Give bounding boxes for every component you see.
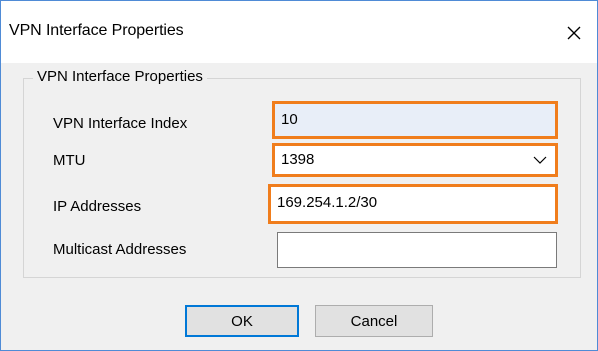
mtu-value: 1398 bbox=[281, 151, 315, 168]
groupbox-legend: VPN Interface Properties bbox=[33, 68, 207, 85]
vpn-interface-index-value: 10 bbox=[281, 111, 298, 128]
ip-addresses-field[interactable]: 169.254.1.2/30 bbox=[268, 184, 558, 224]
mtu-dropdown[interactable]: 1398 bbox=[272, 143, 558, 177]
close-button[interactable] bbox=[551, 13, 597, 53]
ip-addresses-label: IP Addresses bbox=[53, 198, 142, 215]
vpn-interface-properties-dialog: VPN Interface Properties VPN Interface P… bbox=[0, 0, 598, 351]
ok-button[interactable]: OK bbox=[185, 305, 299, 337]
cancel-button[interactable]: Cancel bbox=[315, 305, 433, 337]
title-bar: VPN Interface Properties bbox=[1, 1, 597, 63]
chevron-down-icon[interactable] bbox=[533, 156, 547, 164]
ip-addresses-value: 169.254.1.2/30 bbox=[277, 194, 378, 211]
ok-button-label: OK bbox=[231, 312, 253, 330]
cancel-button-label: Cancel bbox=[350, 312, 398, 330]
multicast-addresses-label: Multicast Addresses bbox=[53, 241, 187, 258]
window-title: VPN Interface Properties bbox=[9, 22, 184, 39]
multicast-addresses-field[interactable] bbox=[277, 232, 557, 268]
mtu-label: MTU bbox=[53, 152, 86, 169]
vpn-interface-index-field[interactable]: 10 bbox=[272, 101, 558, 139]
vpn-interface-index-label: VPN Interface Index bbox=[53, 115, 188, 132]
close-icon bbox=[567, 26, 581, 40]
